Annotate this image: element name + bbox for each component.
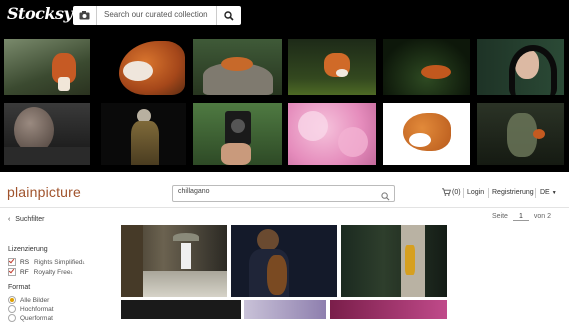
stocksy-search-input[interactable]: Search our curated collection bbox=[104, 10, 208, 19]
nav-divider bbox=[463, 188, 464, 198]
language-select[interactable]: DE ▼ bbox=[540, 189, 557, 196]
photo-fox-rock[interactable] bbox=[193, 39, 282, 95]
checkbox-checked[interactable] bbox=[8, 258, 16, 266]
photo-forest-figure[interactable] bbox=[477, 103, 564, 165]
stocksy-search-bar[interactable]: Search our curated collection bbox=[73, 6, 241, 25]
back-to-filter-link[interactable]: ‹ Suchfilter bbox=[8, 216, 44, 223]
format-option-portrait[interactable]: Hochformat bbox=[8, 305, 54, 313]
register-link[interactable]: Registrierung bbox=[492, 189, 534, 196]
pagination-label: Seite bbox=[492, 213, 508, 220]
photo-fox-snow[interactable] bbox=[383, 103, 470, 165]
license-label: Rights Simplified bbox=[34, 258, 83, 266]
radio-selected[interactable] bbox=[8, 296, 16, 304]
radio-unselected[interactable] bbox=[8, 305, 16, 313]
result-photo-bottom-left[interactable] bbox=[121, 300, 241, 319]
radio-unselected[interactable] bbox=[8, 314, 16, 322]
format-option-landscape[interactable]: Querformat bbox=[8, 314, 53, 322]
plainpicture-search-input[interactable]: chillagano bbox=[178, 188, 210, 195]
plainpicture-logo[interactable]: plainpicture bbox=[7, 184, 81, 200]
stocksy-logo[interactable]: Stocksy bbox=[7, 4, 73, 23]
result-photo-cellist[interactable] bbox=[231, 225, 337, 297]
photo-fox-forest[interactable] bbox=[4, 39, 90, 95]
photo-woman-portrait[interactable] bbox=[477, 39, 564, 95]
pagination-total: von 2 bbox=[533, 213, 551, 220]
photo-monk[interactable] bbox=[4, 103, 90, 165]
format-label: Querformat bbox=[20, 314, 53, 322]
search-icon[interactable] bbox=[216, 6, 241, 25]
nav-divider bbox=[488, 188, 489, 198]
page-number-input[interactable]: 1 bbox=[512, 213, 529, 221]
format-option-all[interactable]: Alle Bilder bbox=[8, 296, 49, 304]
format-heading: Format bbox=[8, 284, 31, 291]
result-photo-kimono-alley[interactable] bbox=[341, 225, 447, 297]
back-to-filter-label: Suchfilter bbox=[15, 216, 45, 223]
chevron-left-icon: ‹ bbox=[8, 216, 11, 223]
plainpicture-search-bar[interactable]: chillagano bbox=[172, 185, 395, 202]
result-photo-bottom-right[interactable] bbox=[330, 300, 447, 319]
chevron-down-icon: ▼ bbox=[551, 190, 557, 196]
license-option-rf[interactable]: RF Royalty Free 1 bbox=[8, 268, 73, 276]
license-code: RF bbox=[20, 268, 29, 276]
license-label: Royalty Free bbox=[33, 268, 71, 276]
license-footnote: 1 bbox=[82, 259, 85, 265]
photo-fox-moss[interactable] bbox=[288, 39, 376, 95]
license-heading: Lizenzierung bbox=[8, 246, 48, 253]
photo-camera-hand[interactable] bbox=[193, 103, 282, 165]
result-photo-street-umbrella[interactable] bbox=[121, 225, 227, 297]
photo-fox-sleeping[interactable] bbox=[383, 39, 470, 95]
license-code: RS bbox=[20, 258, 30, 266]
stocksy-panel: Stocksy Search our curated collection bbox=[0, 0, 569, 172]
cart-icon[interactable] bbox=[442, 188, 452, 198]
search-icon[interactable] bbox=[381, 188, 390, 206]
header-divider bbox=[0, 207, 569, 208]
pagination: Seite 1 von 2 bbox=[492, 213, 551, 221]
format-label: Alle Bilder bbox=[20, 296, 50, 304]
nav-divider bbox=[535, 188, 536, 198]
language-label: DE bbox=[540, 189, 550, 196]
format-label: Hochformat bbox=[20, 305, 54, 313]
camera-icon[interactable] bbox=[73, 6, 97, 25]
license-option-rs[interactable]: RS Rights Simplified 1 bbox=[8, 258, 85, 266]
checkbox-checked[interactable] bbox=[8, 268, 16, 276]
photo-cherry-blossom[interactable] bbox=[288, 103, 376, 165]
result-photo-bottom-middle[interactable] bbox=[244, 300, 326, 319]
login-link[interactable]: Login bbox=[467, 189, 484, 196]
cart-count[interactable]: (0) bbox=[452, 189, 461, 196]
photo-statue[interactable] bbox=[101, 103, 186, 165]
photo-fox-closeup[interactable] bbox=[101, 39, 186, 95]
license-footnote: 1 bbox=[70, 269, 73, 275]
